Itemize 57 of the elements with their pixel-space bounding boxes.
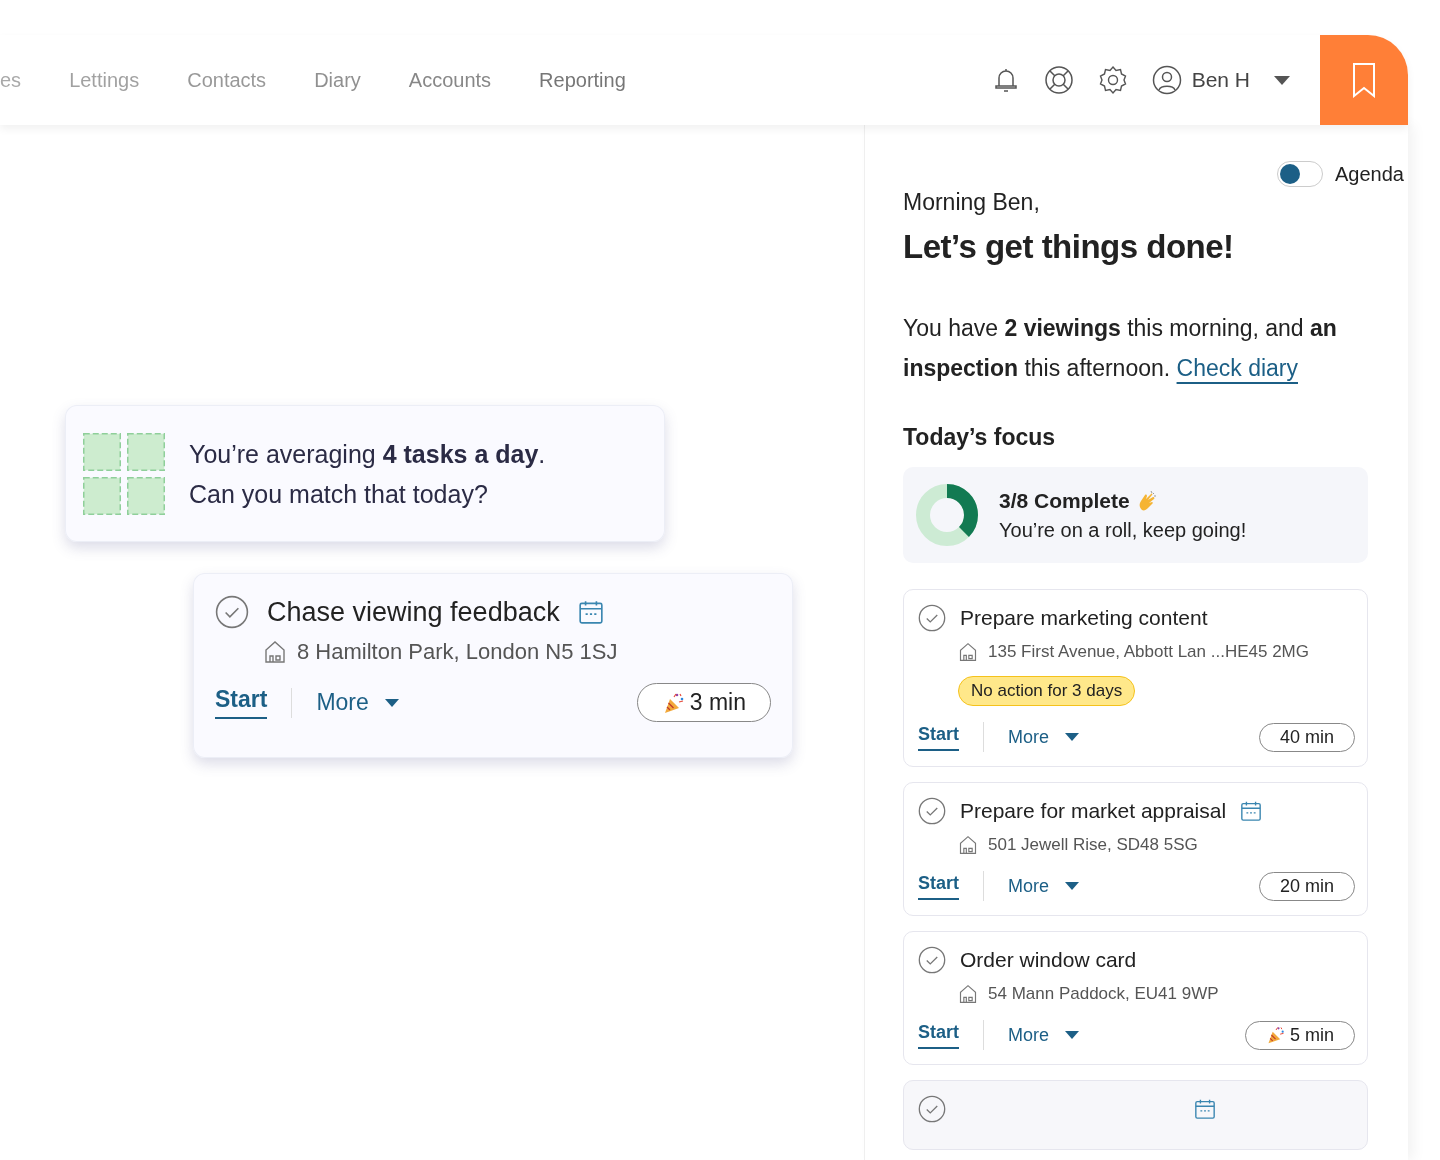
agenda-toggle[interactable] xyxy=(1277,161,1324,187)
task-title: Chase viewing feedback xyxy=(267,596,560,628)
start-button[interactable]: Start xyxy=(918,723,959,751)
check-circle-icon[interactable] xyxy=(215,595,249,629)
check-circle-icon[interactable] xyxy=(918,946,946,974)
more-dropdown[interactable]: More xyxy=(316,689,399,716)
warning-badge: No action for 3 days xyxy=(958,676,1136,706)
caret-icon xyxy=(1274,75,1290,85)
duration-badge: 5 min xyxy=(1245,1020,1355,1050)
duration-badge: 40 min xyxy=(1258,722,1355,752)
section-heading: Today’s focus xyxy=(903,424,1057,451)
progress-title: 3/8 Complete xyxy=(999,488,1130,513)
start-button[interactable]: Start xyxy=(215,686,268,719)
party-popper-icon xyxy=(1266,1025,1286,1045)
caret-icon xyxy=(1065,882,1080,890)
bookmark-button[interactable] xyxy=(1320,35,1408,125)
start-button[interactable]: Start xyxy=(918,872,959,900)
nav-link[interactable]: Reporting xyxy=(539,68,626,92)
user-avatar-icon xyxy=(1151,65,1182,95)
task-address: 8 Hamilton Park, London N5 1SJ xyxy=(297,639,618,665)
house-icon xyxy=(263,640,287,664)
task-grid-icon xyxy=(83,432,165,515)
greeting: Morning Ben, xyxy=(903,189,1041,216)
more-dropdown[interactable]: More xyxy=(1008,875,1080,897)
caret-icon xyxy=(384,698,399,707)
task-title: Prepare marketing content xyxy=(960,606,1208,630)
caret-icon xyxy=(1065,733,1080,741)
house-icon xyxy=(958,984,978,1004)
stats-message: You’re averaging 4 tasks a day. xyxy=(189,438,546,470)
task-title: Order window card xyxy=(960,948,1137,972)
check-circle-icon[interactable] xyxy=(918,604,946,632)
task-address: 54 Mann Paddock, EU41 9WP xyxy=(988,984,1219,1004)
progress-donut xyxy=(915,483,979,547)
task-address: 501 Jewell Rise, SD48 5SG xyxy=(988,835,1198,855)
more-dropdown[interactable]: More xyxy=(1008,1024,1080,1046)
check-circle-icon[interactable] xyxy=(918,1095,946,1123)
more-dropdown[interactable]: More xyxy=(1008,726,1080,748)
summary-text: You have 2 viewings this morning, and an inspection this afternoon. Check diary xyxy=(903,314,1338,383)
duration-badge: 3 min xyxy=(636,683,771,722)
caret-icon xyxy=(1065,1031,1080,1039)
toggle-label: Agenda xyxy=(1335,162,1404,186)
settings-icon[interactable] xyxy=(1097,65,1128,95)
task-title: Prepare for market appraisal xyxy=(960,799,1227,823)
check-diary-link[interactable]: Check diary xyxy=(1176,355,1298,381)
stats-question: Can you match that today? xyxy=(189,478,489,510)
house-icon xyxy=(958,642,978,662)
check-circle-icon[interactable] xyxy=(918,797,946,825)
bookmark-icon xyxy=(1352,62,1376,98)
nav-link[interactable]: Accounts xyxy=(408,68,492,92)
user-menu[interactable]: Ben H xyxy=(1151,65,1290,95)
lifebuoy-icon[interactable] xyxy=(1043,65,1074,95)
progress-subtitle: You’re on a roll, keep going! xyxy=(999,518,1247,542)
start-button[interactable]: Start xyxy=(918,1021,959,1049)
duration-badge: 20 min xyxy=(1258,871,1355,901)
panel-heading: Let’s get things done! xyxy=(903,228,1235,266)
task-address: 135 First Avenue, Abbott Lan ...HE45 2MG xyxy=(988,642,1309,662)
house-icon xyxy=(958,835,978,855)
